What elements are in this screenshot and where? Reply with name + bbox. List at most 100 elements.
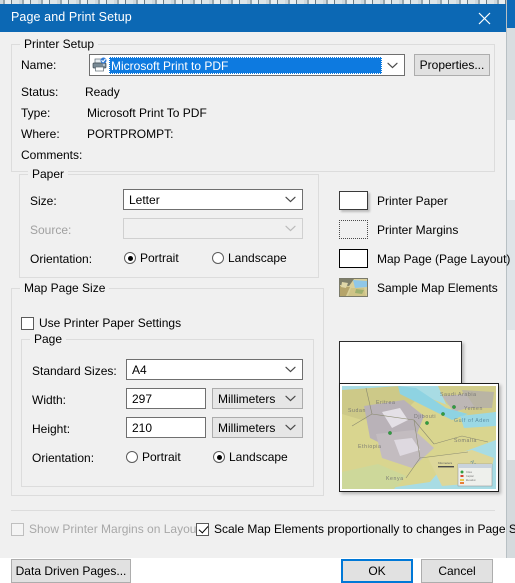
paper-orientation-landscape-radio[interactable]: Landscape — [212, 251, 287, 265]
legend-item-printer-margins: Printer Margins — [339, 220, 458, 239]
use-printer-paper-settings-label: Use Printer Paper Settings — [39, 316, 182, 330]
height-input[interactable] — [126, 417, 206, 438]
paper-orientation-landscape-label: Landscape — [228, 251, 287, 265]
printer-status-label: Status: — [21, 85, 59, 99]
dialog-title: Page and Print Setup — [11, 10, 132, 24]
printer-name-text: Microsoft Print to PDF — [111, 59, 229, 73]
radio-selected-icon — [213, 451, 225, 463]
map-page-orientation-label: Orientation: — [32, 451, 95, 465]
printer-status-value: Ready — [85, 85, 120, 99]
legend-item-sample-map-elements: Sample Map Elements — [339, 278, 498, 297]
svg-text:Saudi Arabia: Saudi Arabia — [440, 392, 477, 398]
chevron-down-icon[interactable] — [282, 360, 299, 379]
chevron-down-icon[interactable] — [384, 55, 401, 75]
legend-item-printer-paper: Printer Paper — [339, 191, 448, 210]
printer-where-label: Where: — [21, 127, 60, 141]
dialog-titlebar: Page and Print Setup — [0, 4, 506, 32]
checkbox-checked-icon — [196, 522, 209, 536]
map-page-size-group-title: Map Page Size — [20, 281, 110, 295]
printer-name-combobox[interactable]: Microsoft Print to PDF — [89, 54, 405, 76]
printer-where-value: PORTPROMPT: — [87, 127, 174, 141]
svg-text:Kenya: Kenya — [386, 476, 404, 482]
radio-unselected-icon — [126, 451, 138, 463]
dialog-body: Printer Setup Name: Microsoft Print to P… — [0, 32, 515, 583]
chevron-down-icon[interactable] — [282, 418, 299, 437]
printer-comments-label: Comments: — [21, 148, 83, 162]
scale-map-elements-checkbox[interactable]: Scale Map Elements proportionally to cha… — [196, 522, 515, 536]
paper-size-value: Letter — [129, 193, 160, 207]
margins-swatch-icon — [339, 220, 368, 239]
properties-button[interactable]: Properties... — [414, 54, 490, 76]
cancel-button[interactable]: Cancel — [421, 559, 493, 583]
printer-icon — [92, 57, 107, 72]
width-units-combobox[interactable]: Millimeters — [212, 388, 303, 409]
svg-text:Ethiopia: Ethiopia — [358, 444, 382, 450]
svg-text:Gulf of Aden: Gulf of Aden — [454, 418, 490, 424]
height-units-value: Millimeters — [218, 421, 276, 435]
standard-sizes-value: A4 — [132, 363, 147, 377]
legend-item-map-page: Map Page (Page Layout) — [339, 249, 510, 268]
svg-text:Capital: Capital — [466, 475, 474, 478]
chevron-down-icon[interactable] — [282, 190, 299, 209]
checkbox-unchecked-icon — [11, 522, 24, 536]
paper-group-title: Paper — [28, 167, 69, 181]
printer-setup-group-title: Printer Setup — [20, 37, 99, 51]
footer-divider — [11, 510, 495, 511]
paper-source-label: Source: — [30, 223, 72, 237]
paper-size-combobox[interactable]: Letter — [123, 189, 303, 210]
map-page-orientation-landscape-radio[interactable]: Landscape — [213, 450, 288, 464]
chevron-down-icon — [282, 219, 299, 238]
legend-label-map-page: Map Page (Page Layout) — [377, 251, 511, 266]
page-group-title: Page — [30, 332, 67, 346]
svg-text:Eritrea: Eritrea — [376, 400, 395, 406]
legend-label-sample-map-elements: Sample Map Elements — [377, 280, 498, 295]
paper-orientation-portrait-label: Portrait — [140, 251, 179, 265]
paper-swatch-icon — [339, 191, 368, 210]
printer-name-selected-value: Microsoft Print to PDF — [109, 57, 382, 74]
show-printer-margins-checkbox: Show Printer Margins on Layout — [11, 522, 200, 536]
height-label: Height: — [32, 422, 71, 436]
paper-source-combobox — [123, 218, 303, 239]
map-page-orientation-landscape-label: Landscape — [229, 450, 288, 464]
map-page-orientation-portrait-label: Portrait — [142, 450, 181, 464]
height-units-combobox[interactable]: Millimeters — [212, 417, 303, 438]
sample-map-swatch-icon — [339, 278, 368, 297]
radio-unselected-icon — [212, 252, 224, 264]
svg-text:Sudan: Sudan — [348, 408, 366, 414]
width-units-value: Millimeters — [218, 392, 276, 406]
legend-label-printer-paper: Printer Paper — [377, 193, 448, 208]
svg-text:Elevation: Elevation — [466, 479, 477, 482]
close-icon[interactable] — [462, 4, 506, 32]
ok-button[interactable]: OK — [341, 559, 413, 583]
map-page-orientation-portrait-radio[interactable]: Portrait — [126, 450, 181, 464]
preview-map-thumbnail: Saudi Arabia Sudan Eritrea Yemen Djibout… — [342, 386, 496, 489]
printer-name-label: Name: — [21, 58, 57, 72]
standard-sizes-label: Standard Sizes: — [32, 364, 117, 378]
standard-sizes-combobox[interactable]: A4 — [126, 359, 303, 380]
svg-text:Cities: Cities — [466, 471, 473, 474]
svg-text:Djibouti: Djibouti — [414, 414, 436, 420]
scale-map-elements-label: Scale Map Elements proportionally to cha… — [214, 522, 515, 536]
data-driven-pages-button[interactable]: Data Driven Pages... — [11, 559, 131, 583]
radio-selected-icon — [124, 252, 136, 264]
checkbox-unchecked-icon — [21, 316, 34, 330]
width-label: Width: — [32, 393, 67, 407]
show-printer-margins-label: Show Printer Margins on Layout — [29, 522, 200, 536]
paper-orientation-portrait-radio[interactable]: Portrait — [124, 251, 179, 265]
svg-text:Yemen: Yemen — [464, 406, 483, 412]
page-layout-preview: Saudi Arabia Sudan Eritrea Yemen Djibout… — [336, 337, 501, 497]
svg-text:Kilometers: Kilometers — [438, 461, 453, 465]
printer-type-label: Type: — [21, 106, 51, 120]
printer-type-value: Microsoft Print To PDF — [87, 106, 207, 120]
svg-text:Somalia: Somalia — [454, 438, 477, 444]
paper-orientation-label: Orientation: — [30, 252, 93, 266]
map-page-swatch-icon — [339, 249, 368, 268]
preview-map-page: Saudi Arabia Sudan Eritrea Yemen Djibout… — [339, 383, 499, 492]
legend-label-printer-margins: Printer Margins — [377, 222, 459, 237]
background-right-strip — [506, 0, 515, 558]
page-and-print-setup-dialog: Page and Print Setup Printer Setup Name: — [0, 4, 515, 583]
chevron-down-icon[interactable] — [282, 389, 299, 408]
use-printer-paper-settings-checkbox[interactable]: Use Printer Paper Settings — [21, 316, 181, 330]
width-input[interactable] — [126, 388, 206, 409]
paper-size-label: Size: — [30, 194, 57, 208]
